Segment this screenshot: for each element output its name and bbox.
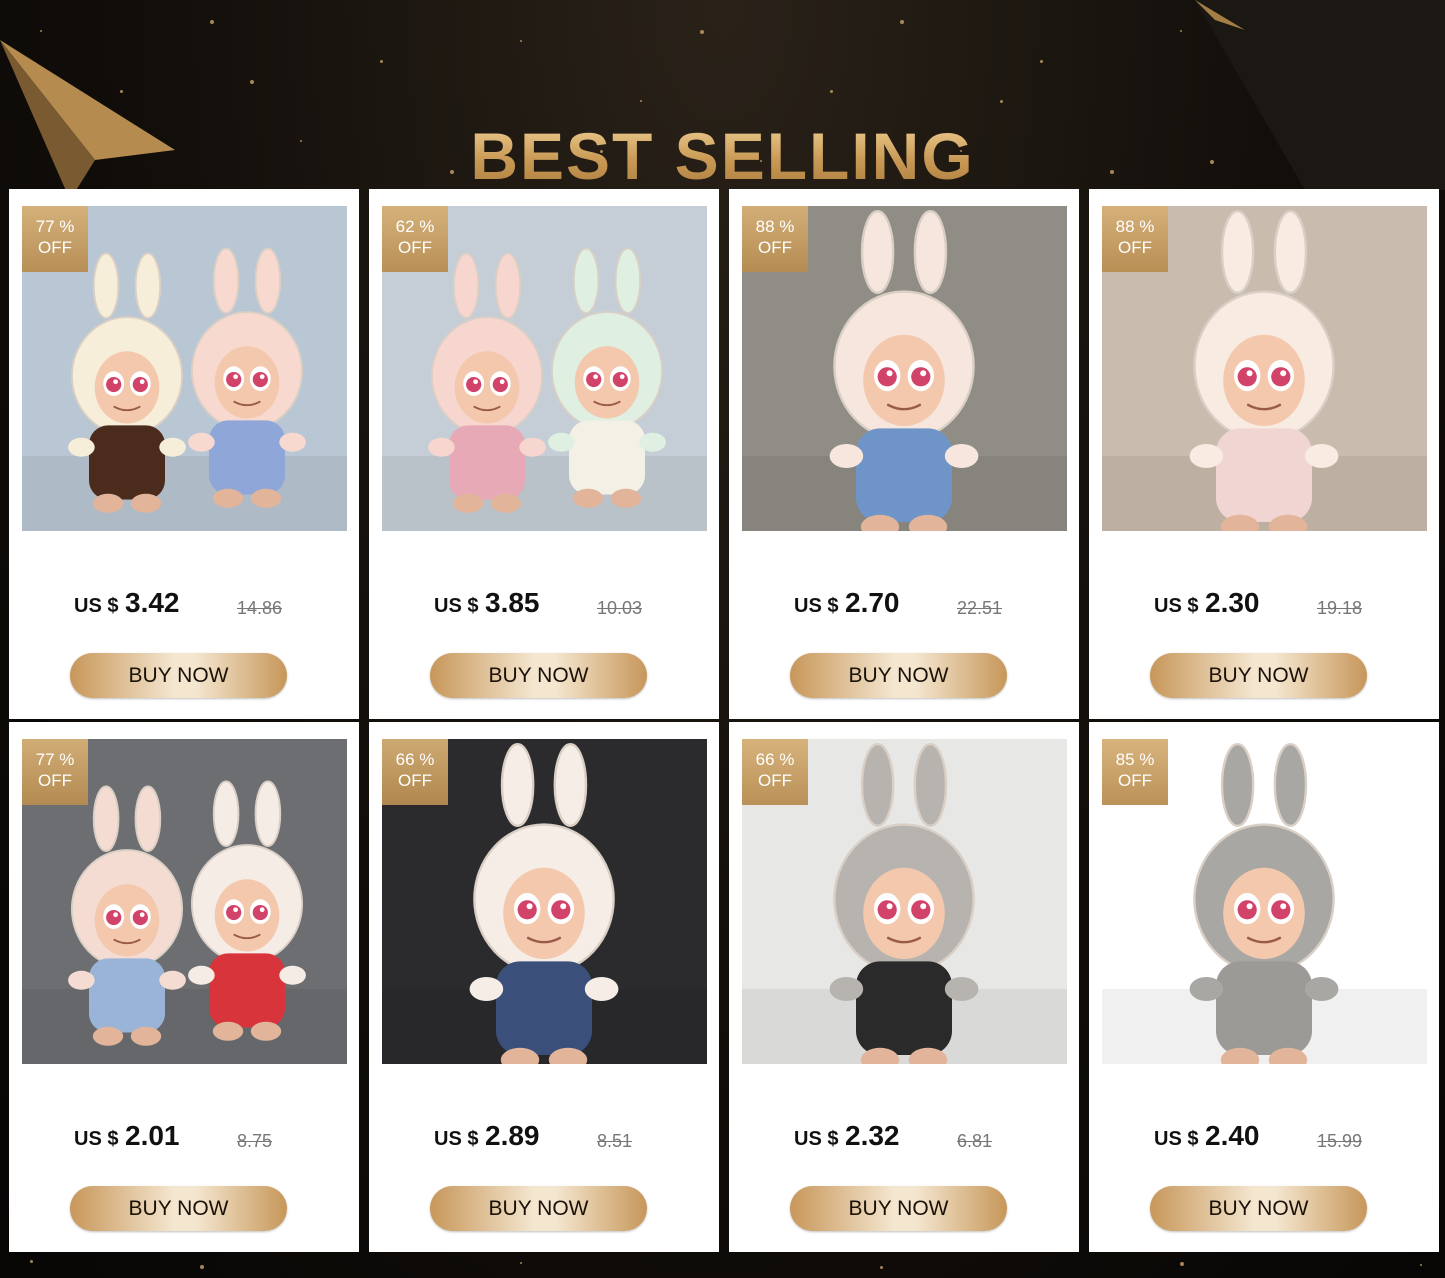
price-row: US $ 3.85 10.03 bbox=[369, 587, 719, 623]
product-card[interactable]: 77 % OFF US $ 2.01 8.75 BUY NOW bbox=[9, 722, 359, 1252]
sale-price: 2.70 bbox=[845, 587, 900, 618]
sale-price: 2.89 bbox=[485, 1120, 540, 1151]
sparkle bbox=[830, 90, 833, 93]
sparkle bbox=[1000, 100, 1003, 103]
discount-off-label: OFF bbox=[38, 771, 72, 790]
discount-percent: 66 % bbox=[755, 750, 795, 769]
discount-badge: 66 % OFF bbox=[742, 739, 808, 805]
sale-price: 2.40 bbox=[1205, 1120, 1260, 1151]
sparkle bbox=[640, 100, 642, 102]
original-price: 14.86 bbox=[237, 598, 283, 618]
currency-label: US $ bbox=[74, 595, 119, 617]
sparkle bbox=[880, 1266, 883, 1269]
currency-label: US $ bbox=[434, 595, 479, 617]
discount-badge: 77 % OFF bbox=[22, 206, 88, 272]
currency-label: US $ bbox=[74, 1128, 119, 1150]
price-row: US $ 2.32 6.81 bbox=[729, 1120, 1079, 1156]
price-row: US $ 2.01 8.75 bbox=[9, 1120, 359, 1156]
page-title: BEST SELLING bbox=[0, 118, 1445, 194]
sparkle bbox=[250, 80, 254, 84]
discount-off-label: OFF bbox=[1118, 238, 1152, 257]
sparkle bbox=[200, 1265, 204, 1269]
buy-now-button[interactable]: BUY NOW bbox=[790, 653, 1007, 698]
discount-percent: 88 % bbox=[1115, 217, 1155, 236]
discount-badge: 88 % OFF bbox=[742, 206, 808, 272]
original-price: 10.03 bbox=[597, 598, 643, 618]
sale-price: 2.01 bbox=[125, 1120, 180, 1151]
buy-now-button[interactable]: BUY NOW bbox=[790, 1186, 1007, 1231]
sparkle bbox=[1420, 1264, 1422, 1266]
price-row: US $ 2.30 19.18 bbox=[1089, 587, 1439, 623]
product-card[interactable]: 66 % OFF US $ 2.32 6.81 BUY NOW bbox=[729, 722, 1079, 1252]
original-price: 22.51 bbox=[957, 598, 1003, 618]
discount-badge: 77 % OFF bbox=[22, 739, 88, 805]
buy-now-button[interactable]: BUY NOW bbox=[1150, 1186, 1367, 1231]
currency-label: US $ bbox=[1154, 1128, 1199, 1150]
sparkle bbox=[1180, 30, 1182, 32]
sparkle bbox=[700, 30, 704, 34]
product-card[interactable]: 88 % OFF US $ 2.30 19.18 BUY NOW bbox=[1089, 189, 1439, 719]
buy-now-button[interactable]: BUY NOW bbox=[70, 653, 287, 698]
price-row: US $ 2.70 22.51 bbox=[729, 587, 1079, 623]
discount-off-label: OFF bbox=[38, 238, 72, 257]
price-row: US $ 3.42 14.86 bbox=[9, 587, 359, 623]
price-row: US $ 2.89 8.51 bbox=[369, 1120, 719, 1156]
original-price: 8.75 bbox=[237, 1131, 273, 1151]
discount-badge: 66 % OFF bbox=[382, 739, 448, 805]
currency-label: US $ bbox=[794, 1128, 839, 1150]
sale-price: 2.30 bbox=[1205, 587, 1260, 618]
sale-price: 3.42 bbox=[125, 587, 180, 618]
buy-now-button[interactable]: BUY NOW bbox=[430, 1186, 647, 1231]
sparkle bbox=[380, 60, 383, 63]
currency-label: US $ bbox=[434, 1128, 479, 1150]
sparkle bbox=[1180, 1262, 1184, 1266]
sparkle bbox=[1040, 60, 1043, 63]
sale-price: 3.85 bbox=[485, 587, 540, 618]
discount-badge: 62 % OFF bbox=[382, 206, 448, 272]
price-row: US $ 2.40 15.99 bbox=[1089, 1120, 1439, 1156]
discount-badge: 85 % OFF bbox=[1102, 739, 1168, 805]
discount-off-label: OFF bbox=[758, 238, 792, 257]
buy-now-button[interactable]: BUY NOW bbox=[430, 653, 647, 698]
discount-badge: 88 % OFF bbox=[1102, 206, 1168, 272]
sparkle bbox=[30, 1260, 33, 1263]
product-card[interactable]: 66 % OFF US $ 2.89 8.51 BUY NOW bbox=[369, 722, 719, 1252]
original-price: 8.51 bbox=[597, 1131, 633, 1151]
currency-label: US $ bbox=[1154, 595, 1199, 617]
sale-price: 2.32 bbox=[845, 1120, 900, 1151]
product-card[interactable]: 85 % OFF US $ 2.40 15.99 BUY NOW bbox=[1089, 722, 1439, 1252]
discount-percent: 88 % bbox=[755, 217, 795, 236]
discount-off-label: OFF bbox=[758, 771, 792, 790]
buy-now-button[interactable]: BUY NOW bbox=[1150, 653, 1367, 698]
discount-percent: 85 % bbox=[1115, 750, 1155, 769]
sparkle bbox=[210, 20, 214, 24]
sparkle bbox=[520, 40, 522, 42]
product-card[interactable]: 62 % OFF US $ 3.85 10.03 BUY NOW bbox=[369, 189, 719, 719]
product-card[interactable]: 88 % OFF US $ 2.70 22.51 BUY NOW bbox=[729, 189, 1079, 719]
product-card[interactable]: 77 % OFF US $ 3.42 14.86 BUY NOW bbox=[9, 189, 359, 719]
sparkle bbox=[900, 20, 904, 24]
discount-percent: 62 % bbox=[395, 217, 435, 236]
original-price: 15.99 bbox=[1317, 1131, 1363, 1151]
discount-off-label: OFF bbox=[398, 238, 432, 257]
discount-percent: 77 % bbox=[35, 217, 75, 236]
original-price: 6.81 bbox=[957, 1131, 993, 1151]
buy-now-button[interactable]: BUY NOW bbox=[70, 1186, 287, 1231]
discount-percent: 66 % bbox=[395, 750, 435, 769]
discount-off-label: OFF bbox=[1118, 771, 1152, 790]
sparkle bbox=[520, 1262, 522, 1264]
original-price: 19.18 bbox=[1317, 598, 1363, 618]
discount-percent: 77 % bbox=[35, 750, 75, 769]
currency-label: US $ bbox=[794, 595, 839, 617]
discount-off-label: OFF bbox=[398, 771, 432, 790]
